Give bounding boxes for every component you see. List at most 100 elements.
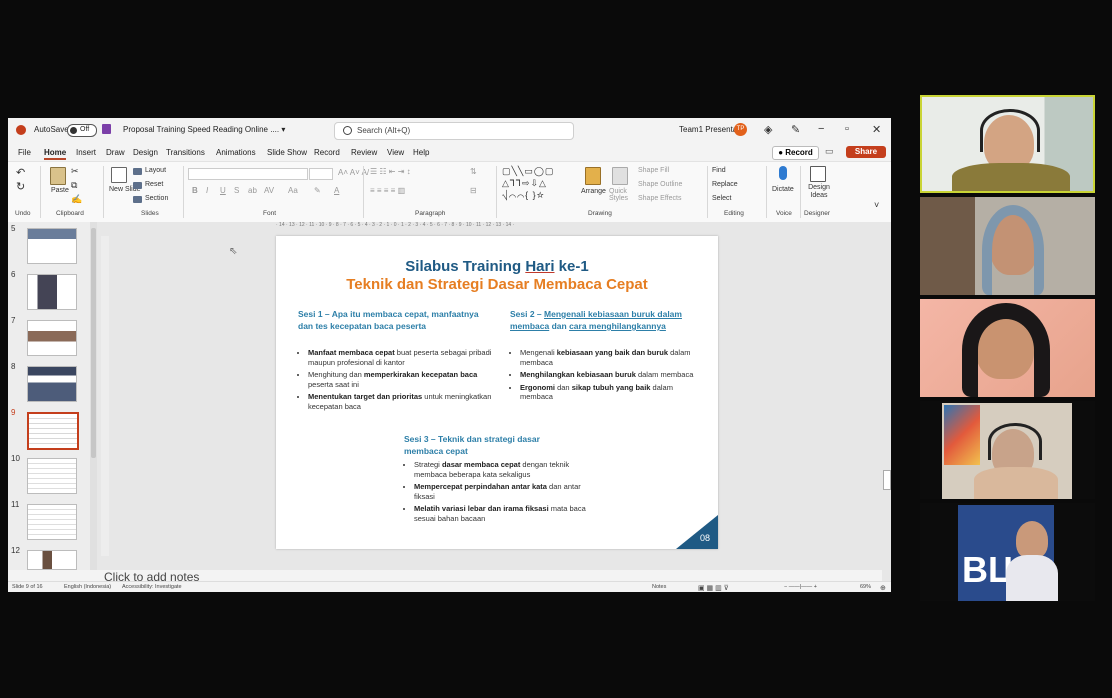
find-button[interactable]: Find [712, 167, 726, 174]
shape-outline-button[interactable]: Shape Outline [638, 181, 682, 188]
notes-button[interactable]: Notes [652, 584, 666, 590]
underline-button[interactable]: U [220, 186, 226, 195]
slide-thumbnail[interactable] [27, 320, 77, 356]
char-spacing-button[interactable]: AV [264, 186, 274, 195]
redo-icon[interactable]: ↻ [16, 180, 25, 193]
tab-insert[interactable]: Insert [76, 148, 96, 157]
paste-icon[interactable] [50, 167, 66, 185]
quick-styles-label[interactable]: Quick Styles [609, 188, 635, 202]
shape-fill-button[interactable]: Shape Fill [638, 167, 669, 174]
change-case-button[interactable]: Aa [288, 186, 298, 195]
section-button[interactable]: Section [145, 195, 168, 202]
replace-button[interactable]: Replace [712, 181, 738, 188]
font-size-buttons[interactable]: A˄ A˅ A/ [338, 168, 369, 177]
save-icon[interactable] [102, 124, 111, 134]
highlight-icon[interactable]: ✎ [314, 186, 321, 195]
tab-review[interactable]: Review [351, 148, 377, 157]
thumbnails-scrollbar[interactable] [90, 222, 97, 570]
shadow-button[interactable]: S [234, 186, 239, 195]
language-indicator[interactable]: English (Indonesia) [64, 584, 111, 590]
tab-file[interactable]: File [18, 148, 31, 157]
strikethrough-button[interactable]: ab [248, 186, 257, 195]
tab-design[interactable]: Design [133, 148, 158, 157]
reset-button[interactable]: Reset [145, 181, 163, 188]
shape-effects-button[interactable]: Shape Effects [638, 195, 681, 202]
microphone-icon[interactable] [779, 166, 787, 180]
workspace: 5 6 7 8 9 10 11 12 · 14 · 13 · 12 · 11 ·… [8, 222, 891, 592]
close-icon[interactable]: ✕ [872, 123, 881, 136]
minimize-icon[interactable]: − [818, 123, 824, 135]
record-button[interactable]: ● Record [772, 146, 819, 160]
document-title[interactable]: Proposal Training Speed Reading Online .… [123, 125, 285, 134]
designer-group-label: Designer [804, 210, 831, 217]
italic-button[interactable]: I [206, 186, 208, 195]
tab-transitions[interactable]: Transitions [166, 148, 205, 157]
pen-icon[interactable]: ✎ [791, 123, 800, 136]
editing-group-label: Editing [724, 210, 744, 217]
align-icons[interactable]: ≡ ≡ ≡ ≡ ▥ [370, 186, 405, 195]
participant-video-3[interactable] [920, 299, 1095, 397]
slide-thumbnail[interactable] [27, 504, 77, 540]
normal-view-icon[interactable]: ▣ ▦ ▥ ⊽ [698, 584, 729, 592]
font-name-input[interactable] [188, 168, 308, 180]
autosave-toggle[interactable]: Off [67, 124, 97, 137]
accessibility-indicator[interactable]: Accessibility: Investigate [122, 584, 182, 590]
new-slide-icon[interactable] [111, 167, 127, 183]
slide-thumbnail[interactable] [27, 366, 77, 402]
thumb-number: 5 [11, 224, 16, 233]
undo-icon[interactable]: ↶ [16, 166, 25, 179]
participant-video-5[interactable]: ВЦ [920, 503, 1095, 601]
slide-scrollbar[interactable] [882, 326, 891, 592]
shapes-gallery-row3[interactable]: ⎷⌒⌒{ }☆ [502, 190, 545, 201]
tab-view[interactable]: View [387, 148, 404, 157]
session-1-bullets: Manfaat membaca cepat buat peserta sebag… [298, 348, 503, 414]
participant-video-2[interactable] [920, 197, 1095, 295]
tab-animations[interactable]: Animations [216, 148, 256, 157]
font-color-button[interactable]: A [334, 186, 339, 195]
user-name[interactable]: Team1 Presenta [679, 125, 737, 134]
copy-icon[interactable]: ⧉ [71, 180, 77, 191]
participant-video-4[interactable] [920, 401, 1095, 499]
text-direction-icon[interactable]: ⇅ [470, 167, 477, 176]
tab-slide-show[interactable]: Slide Show [267, 148, 307, 157]
select-button[interactable]: Select [712, 195, 731, 202]
share-button[interactable]: Share [846, 146, 886, 158]
cut-icon[interactable]: ✂ [71, 166, 79, 177]
slide-counter: Slide 9 of 16 [12, 584, 43, 590]
slide-thumbnail[interactable] [27, 458, 77, 494]
tab-record[interactable]: Record [314, 148, 340, 157]
bullets-icon[interactable]: ☰ ☷ ⇤ ⇥ ↕ [370, 167, 411, 176]
search-input[interactable]: Search (Alt+Q) [334, 122, 574, 140]
slide-thumbnail[interactable] [27, 550, 77, 570]
collapse-ribbon-icon[interactable]: ˅ [874, 200, 879, 210]
slide-thumbnail[interactable] [27, 228, 77, 264]
diamond-icon[interactable]: ◈ [764, 123, 772, 136]
slide-thumbnail[interactable] [27, 274, 77, 310]
tab-help[interactable]: Help [413, 148, 429, 157]
avatar[interactable]: TP [734, 123, 747, 136]
design-ideas-icon[interactable] [810, 166, 826, 182]
layout-button[interactable]: Layout [145, 167, 166, 174]
restore-icon[interactable]: ▫ [845, 123, 849, 135]
shapes-gallery[interactable]: ▢╲╲▭◯▢ [502, 166, 554, 177]
paste-label[interactable]: Paste [51, 187, 69, 194]
participant-video-1[interactable] [920, 95, 1095, 193]
shapes-gallery-row2[interactable]: △⅂⅂⇨⇩△ [502, 178, 547, 189]
tab-home[interactable]: Home [44, 148, 67, 160]
zoom-level[interactable]: 69% [860, 584, 871, 590]
zoom-slider[interactable]: − ——|—— + [784, 584, 817, 590]
dictate-button[interactable]: Dictate [772, 186, 794, 193]
bold-button[interactable]: B [192, 186, 198, 195]
arrange-icon[interactable] [585, 167, 601, 185]
fit-slide-icon[interactable]: ⊕ [880, 584, 886, 592]
design-ideas-button[interactable]: Design Ideas [806, 184, 832, 200]
arrange-label[interactable]: Arrange [581, 188, 606, 195]
align-text-icon[interactable]: ⊟ [470, 186, 477, 195]
tab-draw[interactable]: Draw [106, 148, 125, 157]
slide-thumbnail-selected[interactable] [27, 412, 79, 450]
font-size-input[interactable] [309, 168, 333, 180]
format-painter-icon[interactable]: ✍ [71, 194, 82, 205]
slide-canvas[interactable]: Silabus Training Hari ke-1 Teknik dan St… [276, 236, 718, 549]
quick-styles-icon[interactable] [612, 167, 628, 185]
comment-icon[interactable]: ▭ [825, 146, 834, 157]
